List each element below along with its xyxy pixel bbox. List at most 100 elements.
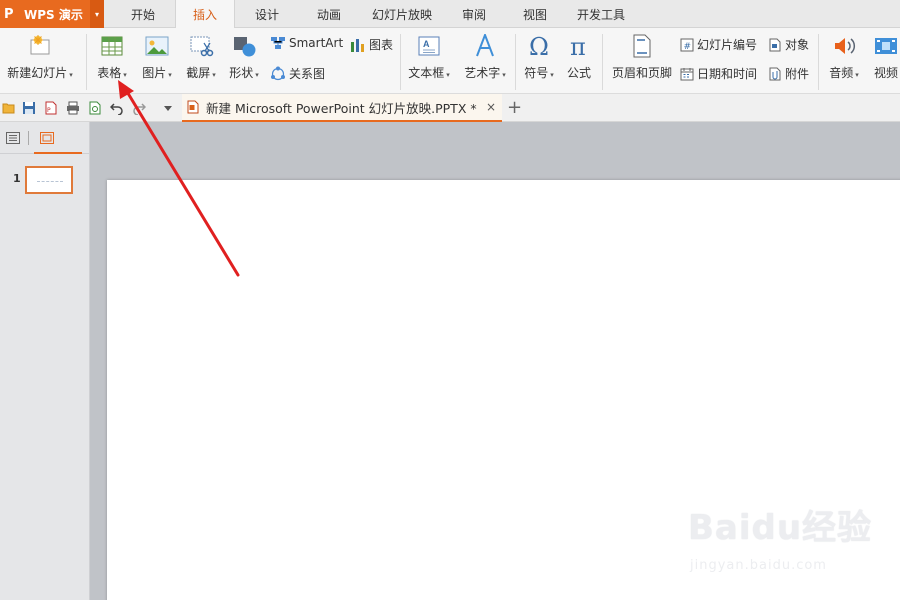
outline-view-icon[interactable]: [6, 132, 20, 144]
close-tab-icon[interactable]: ×: [486, 100, 496, 114]
svg-text:A: A: [423, 39, 430, 49]
panel-view-tabs: [0, 122, 90, 154]
tab-review[interactable]: 审阅: [444, 0, 504, 28]
attachment-icon: [769, 67, 781, 80]
attachment-button[interactable]: 附件: [768, 65, 809, 82]
redo-icon[interactable]: [132, 101, 146, 115]
chevron-down-icon: ▾: [855, 71, 859, 79]
formula-label: 公式: [566, 66, 591, 80]
chart-label: 图表: [369, 38, 394, 52]
ribbon-divider: [602, 34, 603, 90]
table-button[interactable]: 表格 ▾: [92, 34, 132, 81]
picture-button[interactable]: 图片 ▾: [138, 34, 176, 81]
new-tab-button[interactable]: +: [507, 97, 522, 118]
relation-diagram-button[interactable]: 关系图: [270, 65, 325, 82]
chevron-down-icon: ▾: [446, 71, 450, 79]
tab-home[interactable]: 开始: [112, 0, 174, 28]
document-tab-title: 新建 Microsoft PowerPoint 幻灯片放映.PPTX *: [206, 100, 477, 116]
watermark-brand: Baidu经验: [688, 508, 873, 548]
tab-developer[interactable]: 开发工具: [566, 0, 636, 28]
tab-animation[interactable]: 动画: [298, 0, 360, 28]
object-button[interactable]: 对象: [768, 36, 809, 53]
shape-label: 形状: [229, 66, 254, 80]
svg-text:#: #: [684, 42, 692, 52]
object-icon: [769, 38, 781, 51]
tab-insert[interactable]: 插入: [175, 0, 235, 29]
quick-access-toolbar: P 新建 Microsoft PowerPoint 幻灯片放映.PPTX * ×…: [0, 94, 900, 122]
picture-label: 图片: [142, 66, 167, 80]
ribbon-divider: [818, 34, 819, 90]
tab-slideshow[interactable]: 幻灯片放映: [360, 0, 444, 28]
smartart-icon: [271, 37, 285, 49]
chevron-down-icon: ▾: [123, 71, 127, 79]
app-menu-button[interactable]: P WPS 演示 ▾: [0, 0, 104, 28]
picture-icon: [145, 36, 169, 56]
chevron-down-icon: ▾: [168, 71, 172, 79]
ribbon-divider: [86, 34, 87, 90]
scissors-icon: [190, 36, 214, 57]
new-slide-label: 新建幻灯片: [7, 66, 68, 80]
chevron-down-icon: ▾: [69, 71, 73, 79]
app-dropdown-icon[interactable]: ▾: [90, 0, 104, 28]
baidu-watermark: Baidu经验 jingyan.baidu.com: [688, 500, 888, 590]
shape-button[interactable]: 形状 ▾: [225, 34, 263, 81]
chevron-down-icon: ▾: [255, 71, 259, 79]
pptx-file-icon: [187, 100, 199, 114]
save-icon[interactable]: [22, 101, 36, 115]
speaker-icon: [835, 38, 856, 54]
slide-view-icon[interactable]: [40, 132, 54, 144]
video-button[interactable]: 视频: [868, 34, 900, 81]
screenshot-button[interactable]: 截屏 ▾: [182, 34, 220, 81]
svg-text:P: P: [47, 107, 51, 114]
tab-view[interactable]: 视图: [505, 0, 565, 28]
slide-number-label: 幻灯片编号: [697, 38, 758, 52]
watermark-url: jingyan.baidu.com: [690, 558, 827, 573]
print-preview-icon[interactable]: [88, 101, 102, 115]
customize-dropdown-icon[interactable]: [163, 103, 173, 113]
header-footer-label: 页眉和页脚: [611, 66, 672, 80]
open-folder-icon[interactable]: [2, 101, 16, 115]
video-label: 视频: [873, 66, 898, 80]
symbol-button[interactable]: Ω 符号 ▾: [519, 34, 559, 81]
shapes-icon: [234, 37, 256, 57]
audio-button[interactable]: 音频 ▾: [824, 34, 864, 81]
new-slide-button[interactable]: 新建幻灯片 ▾: [3, 34, 77, 81]
textbox-button[interactable]: A 文本框 ▾: [404, 34, 454, 81]
print-icon[interactable]: [66, 101, 80, 115]
symbol-label: 符号: [524, 66, 549, 80]
date-time-label: 日期和时间: [697, 67, 758, 81]
chevron-down-icon: ▾: [212, 71, 216, 79]
header-footer-button[interactable]: 页眉和页脚: [608, 34, 676, 81]
relation-diagram-icon: [271, 66, 285, 80]
formula-button[interactable]: π 公式: [562, 34, 596, 81]
table-label: 表格: [97, 66, 122, 80]
wordart-button[interactable]: 艺术字 ▾: [460, 34, 510, 81]
slides-panel: 1: [0, 122, 90, 600]
pi-icon: π: [570, 34, 586, 58]
svg-text:Ω: Ω: [529, 34, 549, 58]
table-icon: [101, 36, 123, 56]
wordart-label: 艺术字: [464, 66, 501, 80]
tab-design[interactable]: 设计: [236, 0, 298, 28]
smartart-label: SmartArt: [289, 36, 344, 50]
smartart-button[interactable]: SmartArt: [270, 36, 343, 50]
insert-ribbon: 新建幻灯片 ▾ 表格 ▾ 图片 ▾ 截屏 ▾ 形状 ▾ SmartArt 图表 …: [0, 28, 900, 94]
export-pdf-icon[interactable]: P: [44, 101, 58, 115]
svg-text:π: π: [570, 34, 586, 58]
slide-thumbnail[interactable]: [25, 166, 73, 194]
date-time-button[interactable]: 日期和时间: [680, 65, 757, 82]
textbox-icon: A: [418, 36, 440, 56]
slide-number-button[interactable]: # 幻灯片编号: [680, 36, 757, 53]
chevron-down-icon: ▾: [502, 71, 506, 79]
wordart-icon: [476, 34, 494, 57]
omega-icon: Ω: [529, 34, 549, 58]
relation-diagram-label: 关系图: [289, 67, 326, 81]
textbox-label: 文本框: [408, 66, 445, 80]
chart-button[interactable]: 图表: [350, 36, 393, 53]
document-tab[interactable]: 新建 Microsoft PowerPoint 幻灯片放映.PPTX * ×: [182, 94, 502, 122]
app-title: WPS 演示: [24, 7, 83, 22]
undo-icon[interactable]: [110, 101, 124, 115]
ribbon-divider: [400, 34, 401, 90]
thumbnail-placeholder: [37, 181, 63, 182]
active-view-indicator: [34, 152, 82, 154]
